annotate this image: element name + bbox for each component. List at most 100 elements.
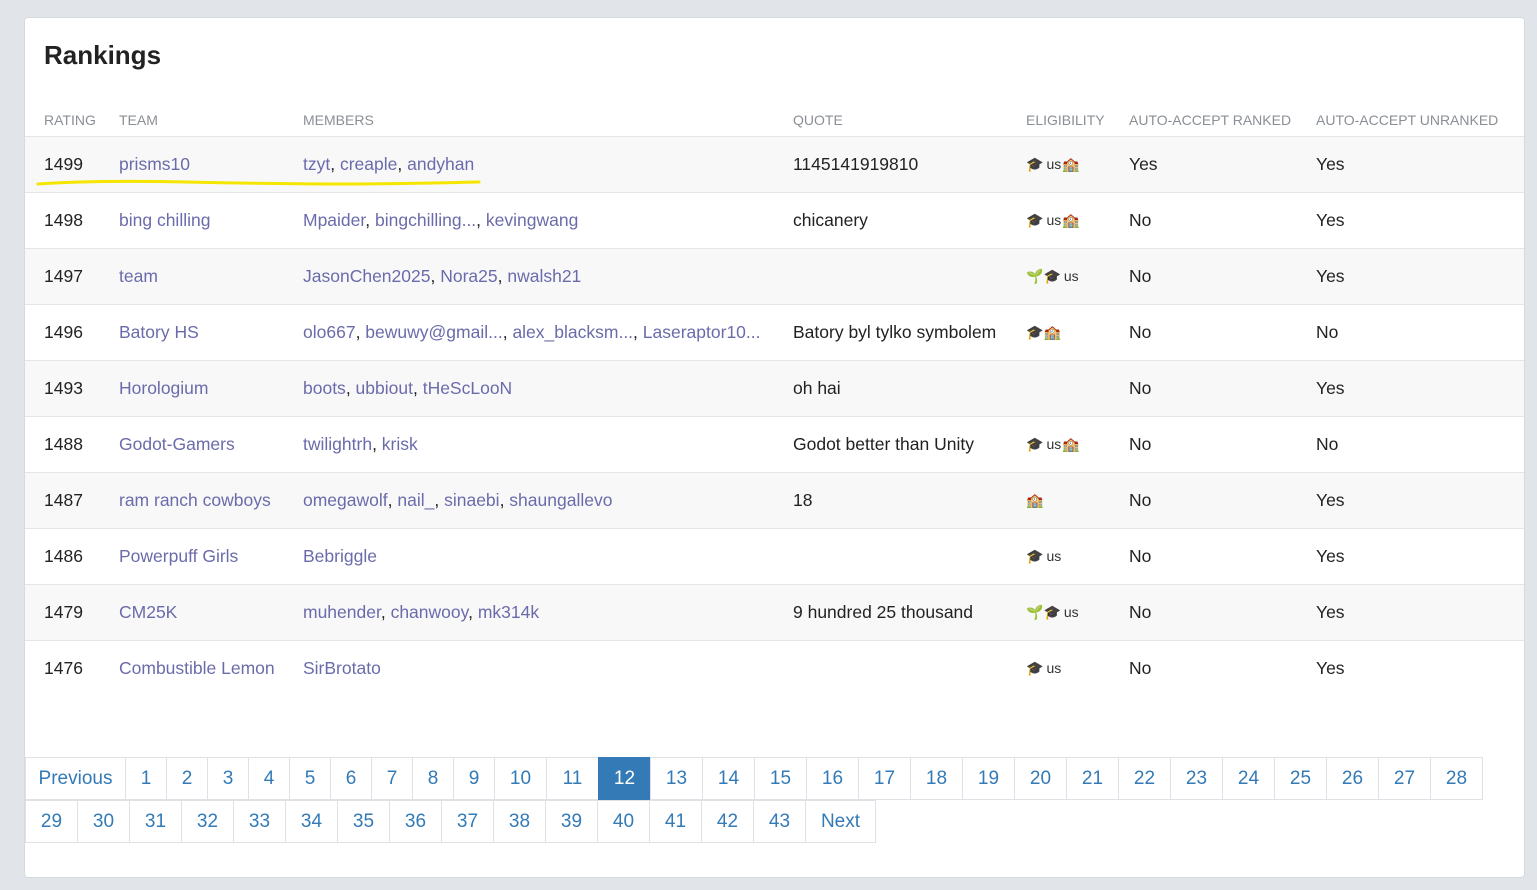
page-31-button[interactable]: 31 (129, 800, 182, 843)
us-label: us (1046, 156, 1062, 172)
team-cell: bing chilling (119, 192, 303, 249)
page-35-button[interactable]: 35 (337, 800, 390, 843)
page-5-button[interactable]: 5 (289, 757, 331, 800)
member-link[interactable]: JasonChen2025 (303, 266, 430, 286)
page-23-button[interactable]: 23 (1170, 757, 1223, 800)
member-link[interactable]: SirBrotato (303, 658, 381, 678)
team-link[interactable]: team (119, 266, 158, 286)
member-link[interactable]: sinaebi (444, 490, 499, 510)
page-36-button[interactable]: 36 (389, 800, 442, 843)
page-17-button[interactable]: 17 (858, 757, 911, 800)
member-link[interactable]: omegawolf (303, 490, 388, 510)
member-link[interactable]: alex_blacksm... (512, 322, 633, 342)
page-7-button[interactable]: 7 (371, 757, 413, 800)
member-link[interactable]: tzyt (303, 154, 330, 174)
page-15-button[interactable]: 15 (754, 757, 807, 800)
previous-button[interactable]: Previous (25, 757, 126, 800)
page-29-button[interactable]: 29 (25, 800, 78, 843)
member-link[interactable]: Mpaider (303, 210, 365, 230)
page-12-button[interactable]: 12 (598, 757, 651, 800)
rating-cell: 1493 (25, 360, 119, 417)
member-link[interactable]: muhender (303, 602, 381, 622)
auto-accept-unranked-cell: Yes (1316, 248, 1524, 305)
page-1-button[interactable]: 1 (125, 757, 167, 800)
page-40-button[interactable]: 40 (597, 800, 650, 843)
team-link[interactable]: Combustible Lemon (119, 658, 275, 678)
page-33-button[interactable]: 33 (233, 800, 286, 843)
team-link[interactable]: bing chilling (119, 210, 210, 230)
page-25-button[interactable]: 25 (1274, 757, 1327, 800)
page-20-button[interactable]: 20 (1014, 757, 1067, 800)
member-link[interactable]: creaple (340, 154, 397, 174)
member-link[interactable]: Bebriggle (303, 546, 377, 566)
page-42-button[interactable]: 42 (701, 800, 754, 843)
page-32-button[interactable]: 32 (181, 800, 234, 843)
members-cell: olo667, bewuwy@gmail..., alex_blacksm...… (303, 304, 793, 361)
page-11-button[interactable]: 11 (546, 757, 599, 800)
team-link[interactable]: ram ranch cowboys (119, 490, 271, 510)
member-link[interactable]: chanwooy (391, 602, 469, 622)
page-39-button[interactable]: 39 (545, 800, 598, 843)
col-auto-accept-ranked: AUTO-ACCEPT RANKED (1129, 104, 1316, 137)
page-6-button[interactable]: 6 (330, 757, 372, 800)
auto-accept-ranked-cell: No (1129, 192, 1316, 249)
page-10-button[interactable]: 10 (494, 757, 547, 800)
member-link[interactable]: krisk (382, 434, 418, 454)
table-row: 1497 team JasonChen2025, Nora25, nwalsh21 🌱… (25, 248, 1524, 305)
member-link[interactable]: bingchilling... (375, 210, 476, 230)
member-link[interactable]: tHeScLooN (423, 378, 513, 398)
member-link[interactable]: andyhan (407, 154, 474, 174)
auto-accept-ranked-cell: Yes (1129, 136, 1316, 193)
team-link[interactable]: Powerpuff Girls (119, 546, 238, 566)
member-link[interactable]: olo667 (303, 322, 356, 342)
team-link[interactable]: CM25K (119, 602, 177, 622)
member-link[interactable]: bewuwy@gmail... (365, 322, 502, 342)
member-link[interactable]: twilightrh (303, 434, 372, 454)
page-16-button[interactable]: 16 (806, 757, 859, 800)
page-21-button[interactable]: 21 (1066, 757, 1119, 800)
member-link[interactable]: kevingwang (486, 210, 578, 230)
rating-cell: 1488 (25, 416, 119, 473)
page-38-button[interactable]: 38 (493, 800, 546, 843)
member-link[interactable]: boots (303, 378, 346, 398)
page-22-button[interactable]: 22 (1118, 757, 1171, 800)
page-37-button[interactable]: 37 (441, 800, 494, 843)
member-link[interactable]: nwalsh21 (507, 266, 581, 286)
page-14-button[interactable]: 14 (702, 757, 755, 800)
member-link[interactable]: Nora25 (440, 266, 497, 286)
page-4-button[interactable]: 4 (248, 757, 290, 800)
members-cell: Bebriggle (303, 528, 793, 585)
page-30-button[interactable]: 30 (77, 800, 130, 843)
team-link[interactable]: prisms10 (119, 154, 190, 174)
page-24-button[interactable]: 24 (1222, 757, 1275, 800)
page-3-button[interactable]: 3 (207, 757, 249, 800)
page-34-button[interactable]: 34 (285, 800, 338, 843)
team-link[interactable]: Horologium (119, 378, 208, 398)
quote-cell: oh hai (793, 360, 1026, 417)
team-cell: Powerpuff Girls (119, 528, 303, 585)
member-link[interactable]: Laseraptor10... (643, 322, 761, 342)
cap-icon: 🎓 (1043, 268, 1061, 284)
page-18-button[interactable]: 18 (910, 757, 963, 800)
quote-cell: Batory byl tylko symbolem (793, 304, 1026, 361)
page-26-button[interactable]: 26 (1326, 757, 1379, 800)
team-link[interactable]: Batory HS (119, 322, 199, 342)
page-43-button[interactable]: 43 (753, 800, 806, 843)
page-13-button[interactable]: 13 (650, 757, 703, 800)
next-button[interactable]: Next (805, 800, 876, 843)
cap-icon: 🎓 (1026, 436, 1044, 452)
page-27-button[interactable]: 27 (1378, 757, 1431, 800)
member-link[interactable]: mk314k (478, 602, 539, 622)
member-link[interactable]: shaungallevo (509, 490, 612, 510)
page-28-button[interactable]: 28 (1430, 757, 1483, 800)
page-19-button[interactable]: 19 (962, 757, 1015, 800)
team-link[interactable]: Godot-Gamers (119, 434, 235, 454)
eligibility-cell: 🎓 us (1026, 528, 1129, 585)
member-link[interactable]: nail_ (397, 490, 434, 510)
member-link[interactable]: ubbiout (356, 378, 413, 398)
page-41-button[interactable]: 41 (649, 800, 702, 843)
table-row: 1486 Powerpuff Girls Bebriggle 🎓 us No Yes (25, 528, 1524, 585)
page-2-button[interactable]: 2 (166, 757, 208, 800)
page-9-button[interactable]: 9 (453, 757, 495, 800)
page-8-button[interactable]: 8 (412, 757, 454, 800)
